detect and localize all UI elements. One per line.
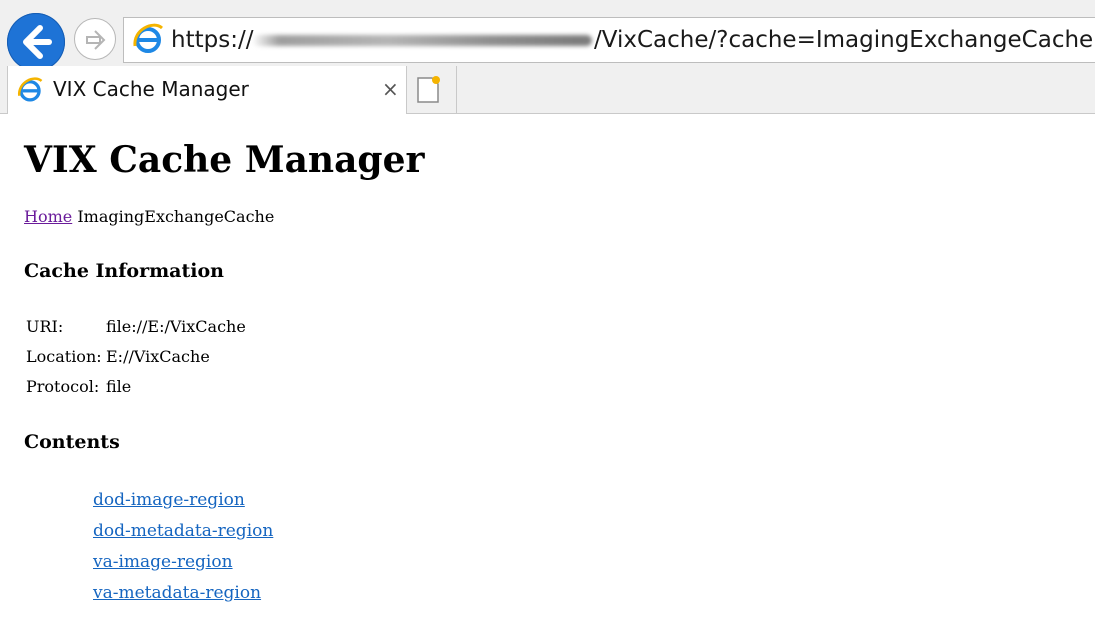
region-link-dod-metadata[interactable]: dod-metadata-region: [93, 521, 273, 541]
tab-close-icon[interactable]: ×: [382, 75, 399, 103]
tab-divider: [456, 66, 457, 114]
back-arrow-icon: [23, 25, 52, 59]
new-tab-icon: [417, 76, 440, 103]
redacted-host: [252, 35, 592, 46]
page-title: VIX Cache Manager: [24, 139, 425, 181]
contents-heading: Contents: [24, 431, 120, 453]
list-item: va-image-region: [93, 546, 273, 577]
forward-button[interactable]: [74, 18, 116, 60]
url-path: /VixCache/?cache=ImagingExchangeCache: [594, 27, 1094, 53]
regions-list: dod-image-region dod-metadata-region va-…: [93, 484, 273, 608]
back-button[interactable]: [7, 13, 65, 71]
list-item: dod-metadata-region: [93, 515, 273, 546]
cache-info-key: URI:: [26, 317, 64, 336]
list-item: va-metadata-region: [93, 577, 273, 608]
internet-explorer-icon: [131, 22, 165, 60]
cache-info-row-uri: URI: file://E:/VixCache: [24, 312, 249, 342]
region-link-va-metadata[interactable]: va-metadata-region: [93, 583, 261, 603]
tab-favicon-icon: [16, 76, 44, 108]
tab-strip: VIX Cache Manager ×: [0, 66, 1095, 114]
breadcrumb: Home ImagingExchangeCache: [24, 206, 274, 228]
cache-info-key: Location:: [26, 347, 102, 366]
cache-information-heading: Cache Information: [24, 260, 224, 282]
tab-title: VIX Cache Manager: [53, 77, 249, 101]
page-content: VIX Cache Manager Home ImagingExchangeCa…: [0, 114, 1095, 633]
cache-info-row-protocol: Protocol: file: [24, 372, 249, 402]
new-tab-button[interactable]: [414, 74, 444, 106]
region-link-dod-image[interactable]: dod-image-region: [93, 490, 245, 510]
breadcrumb-home-link[interactable]: Home: [24, 207, 72, 226]
list-item: dod-image-region: [93, 484, 273, 515]
cache-info-key: Protocol:: [26, 377, 100, 396]
cache-info-table: URI: file://E:/VixCache Location: E://Vi…: [24, 312, 249, 402]
cache-info-row-location: Location: E://VixCache: [24, 342, 249, 372]
url-scheme: https://: [171, 27, 254, 53]
cache-info-value: file://E:/VixCache: [106, 317, 246, 336]
cache-info-value: file: [106, 377, 132, 396]
region-link-va-image[interactable]: va-image-region: [93, 552, 233, 572]
cache-info-value: E://VixCache: [106, 347, 210, 366]
breadcrumb-current: ImagingExchangeCache: [77, 207, 275, 226]
forward-arrow-icon: [86, 30, 106, 50]
address-bar[interactable]: https:// /VixCache/?cache=ImagingExchang…: [123, 17, 1095, 63]
address-bar-row: https:// /VixCache/?cache=ImagingExchang…: [0, 0, 1095, 71]
tab-vix-cache-manager[interactable]: VIX Cache Manager ×: [7, 66, 407, 114]
